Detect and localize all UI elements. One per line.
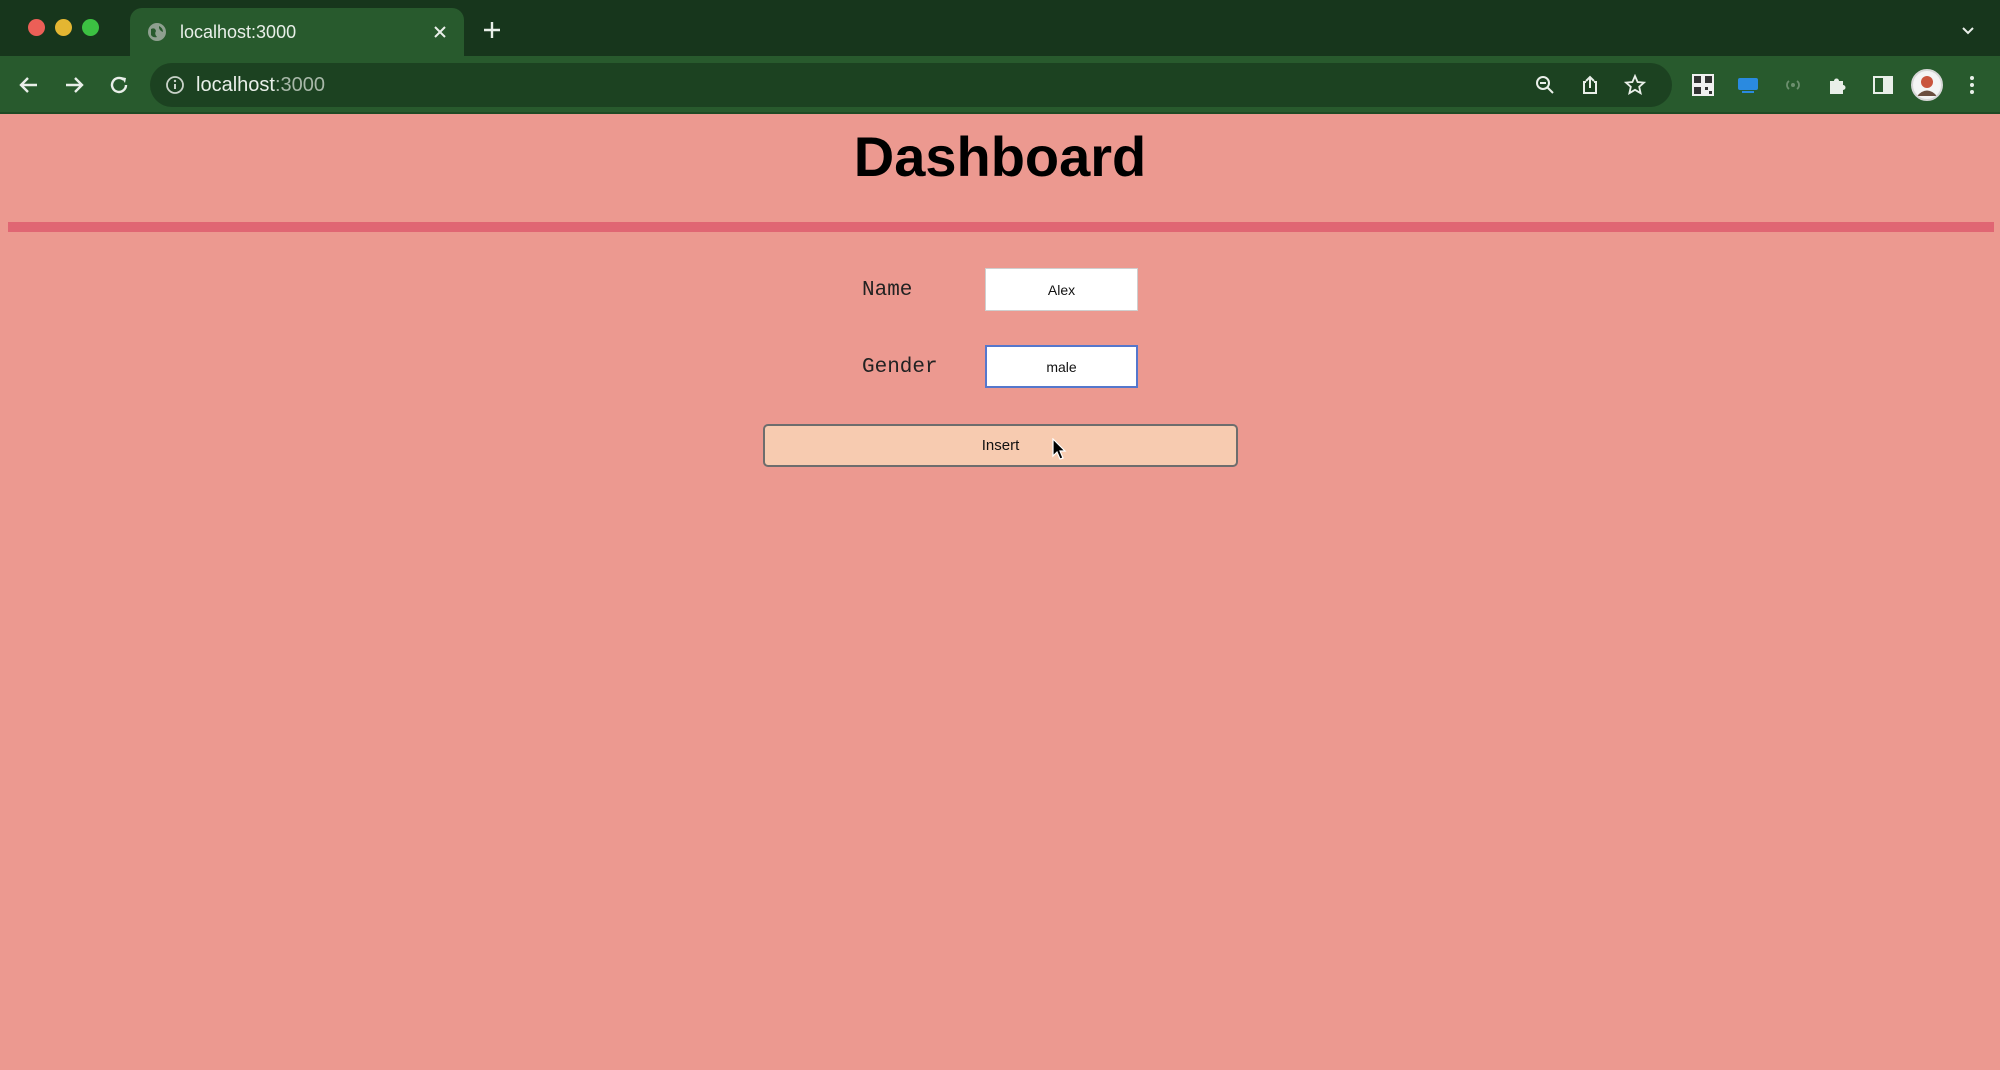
divider (8, 222, 1994, 232)
browser-toolbar: localhost:3000 (0, 56, 2000, 114)
page-title: Dashboard (853, 125, 1147, 188)
arrow-left-icon[interactable] (12, 68, 46, 102)
kebab-menu-icon[interactable] (1955, 68, 1989, 102)
page-content: Dashboard Name Gender Insert (0, 114, 2000, 1070)
url-text: localhost:3000 (196, 74, 325, 96)
browser-tabstrip: localhost:3000 (0, 0, 2000, 56)
info-icon[interactable] (164, 74, 186, 96)
chevron-down-icon[interactable] (1954, 16, 1982, 44)
reload-icon[interactable] (102, 68, 136, 102)
bookmark-star-icon[interactable] (1622, 72, 1648, 98)
screen-icon[interactable] (1731, 68, 1765, 102)
zoom-icon[interactable] (1532, 72, 1558, 98)
insert-button[interactable]: Insert (763, 424, 1238, 467)
qr-code-icon[interactable] (1686, 68, 1720, 102)
arrow-right-icon[interactable] (57, 68, 91, 102)
address-bar[interactable]: localhost:3000 (150, 63, 1672, 107)
side-panel-icon[interactable] (1866, 68, 1900, 102)
window-close-button[interactable] (28, 19, 45, 36)
window-minimize-button[interactable] (55, 19, 72, 36)
name-label: Name (862, 279, 913, 302)
browser-tab[interactable]: localhost:3000 (130, 8, 464, 56)
gender-input[interactable] (985, 345, 1138, 388)
gender-label: Gender (862, 356, 938, 379)
mouse-cursor-icon (1052, 437, 1068, 462)
share-icon[interactable] (1577, 72, 1603, 98)
avatar[interactable] (1911, 69, 1943, 101)
puzzle-icon[interactable] (1821, 68, 1855, 102)
plus-icon[interactable] (478, 16, 506, 44)
globe-icon (146, 21, 168, 43)
broadcast-icon[interactable] (1776, 68, 1810, 102)
tab-title: localhost:3000 (180, 22, 297, 42)
name-input[interactable] (985, 268, 1138, 311)
window-zoom-button[interactable] (82, 19, 99, 36)
close-icon[interactable] (426, 18, 454, 46)
